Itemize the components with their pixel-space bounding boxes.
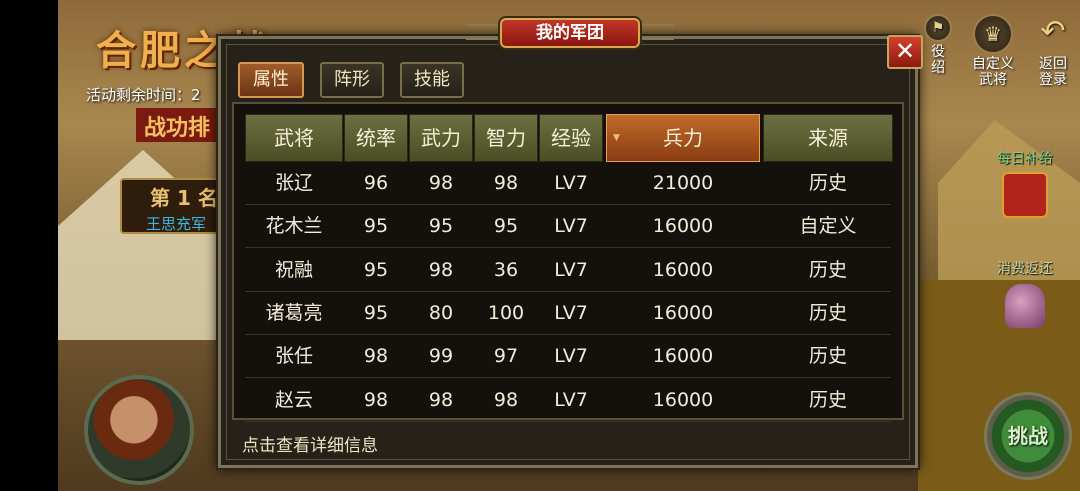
cell-force: 98	[428, 258, 454, 281]
gift-bag-icon	[1005, 284, 1045, 328]
service-label: 役绍	[931, 44, 945, 76]
cell-force: 80	[428, 301, 454, 324]
cell-exp: LV7	[554, 345, 588, 368]
cell-name: 祝融	[274, 258, 313, 281]
column-header-general[interactable]: 武将	[245, 114, 343, 162]
cell-intellect: 98	[493, 172, 519, 194]
tab-formation[interactable]: 阵形	[320, 62, 384, 98]
cell-source: 自定义	[799, 215, 857, 238]
tab-skills[interactable]: 技能	[400, 62, 464, 98]
consume-rebate-button[interactable]: 消费返还	[985, 258, 1065, 328]
column-header-force[interactable]: 武力	[409, 114, 473, 162]
cell-intellect: 98	[493, 388, 519, 411]
table-row[interactable]: 赵云 98 98 98 LV7 16000 历史	[245, 379, 891, 422]
cell-name: 赵云	[274, 388, 313, 411]
close-button[interactable]: ✕	[887, 35, 923, 69]
cell-command: 96	[363, 172, 389, 194]
column-header-troops-label: 兵力	[663, 126, 703, 150]
custom-general-label: 自定义 武将	[972, 56, 1014, 88]
cell-source: 历史	[808, 172, 847, 194]
cell-source: 历史	[808, 388, 847, 411]
cell-exp: LV7	[554, 258, 588, 281]
cell-command: 98	[363, 345, 389, 368]
column-header-troops[interactable]: ▼ 兵力	[606, 114, 760, 162]
column-header-intellect[interactable]: 智力	[474, 114, 538, 162]
cell-troops: 16000	[652, 388, 714, 411]
cell-command: 98	[363, 388, 389, 411]
detail-hint-link[interactable]: 点击查看详细信息	[242, 431, 378, 456]
table-row[interactable]: 祝融 95 98 36 LV7 16000 历史	[245, 249, 891, 292]
cell-exp: LV7	[554, 172, 588, 194]
consume-rebate-label: 消费返还	[997, 261, 1053, 277]
cell-name: 花木兰	[265, 215, 323, 238]
custom-general-button[interactable]: ♛ 自定义 武将	[964, 14, 1022, 88]
cell-name: 诸葛亮	[265, 301, 323, 324]
cell-intellect: 97	[493, 345, 519, 368]
cell-intellect: 100	[487, 301, 525, 324]
cell-command: 95	[363, 258, 389, 281]
cell-name: 张任	[274, 345, 313, 368]
back-to-login-button[interactable]: ↶ 返回 登录	[1030, 14, 1076, 88]
cell-force: 98	[428, 388, 454, 411]
cell-command: 95	[363, 215, 389, 238]
cell-troops: 16000	[652, 301, 714, 324]
cell-exp: LV7	[554, 301, 588, 324]
cell-exp: LV7	[554, 388, 588, 411]
title-ornament	[638, 24, 674, 40]
cell-exp: LV7	[554, 215, 588, 238]
title-ornament	[466, 24, 502, 40]
cell-intellect: 36	[493, 258, 519, 281]
cell-source: 历史	[808, 345, 847, 368]
cell-troops: 21000	[652, 172, 714, 194]
screen-letterbox	[0, 0, 58, 491]
return-arrow-icon: ↶	[1040, 14, 1066, 49]
tab-attributes[interactable]: 属性	[238, 62, 304, 98]
cell-force: 99	[428, 345, 454, 368]
cell-source: 历史	[808, 301, 847, 324]
service-button[interactable]: ⚑ 役绍	[924, 14, 952, 76]
cell-troops: 16000	[652, 345, 714, 368]
sort-desc-icon: ▼	[613, 133, 620, 143]
daily-supply-button[interactable]: 每日补给	[985, 148, 1065, 218]
daily-supply-label: 每日补给	[997, 151, 1053, 167]
cell-name: 张辽	[274, 172, 313, 194]
column-header-source[interactable]: 来源	[763, 114, 893, 162]
cell-source: 历史	[808, 258, 847, 281]
cell-force: 95	[428, 215, 454, 238]
service-icon: ⚑	[924, 14, 952, 42]
cell-force: 98	[428, 172, 454, 194]
cell-command: 95	[363, 301, 389, 324]
dialog-title: 我的军团	[500, 18, 640, 48]
cell-troops: 16000	[652, 215, 714, 238]
table-row[interactable]: 张任 98 99 97 LV7 16000 历史	[245, 335, 891, 379]
cell-troops: 16000	[652, 258, 714, 281]
treasure-chest-icon	[1002, 172, 1048, 218]
player-avatar[interactable]	[84, 375, 194, 485]
table-row[interactable]: 张辽 96 98 98 LV7 21000 历史	[245, 162, 891, 205]
challenge-button[interactable]: 挑战	[984, 392, 1072, 480]
table-row[interactable]: 花木兰 95 95 95 LV7 16000 自定义	[245, 205, 891, 249]
table-row[interactable]: 诸葛亮 95 80 100 LV7 16000 历史	[245, 292, 891, 335]
event-timer: 活动剩余时间：2	[86, 86, 201, 104]
cell-intellect: 95	[493, 215, 519, 238]
back-login-label: 返回 登录	[1039, 56, 1067, 88]
column-header-command[interactable]: 统率	[344, 114, 408, 162]
column-header-exp[interactable]: 经验	[539, 114, 603, 162]
general-icon: ♛	[973, 14, 1013, 54]
